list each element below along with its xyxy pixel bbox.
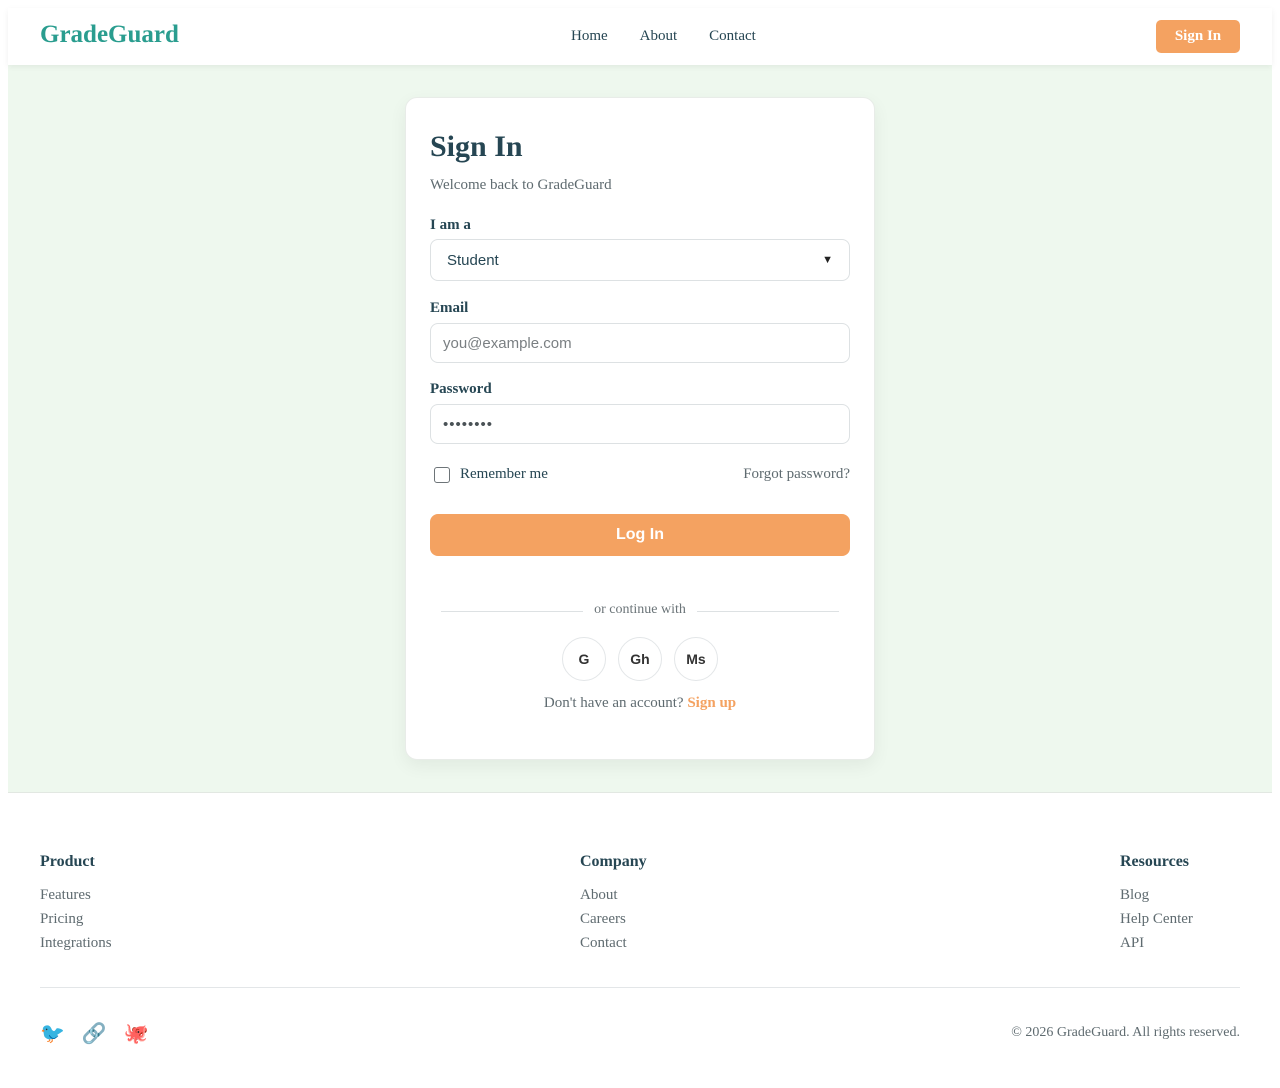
remember-me: Remember me [434, 466, 548, 483]
footer-divider [40, 987, 1240, 988]
login-button[interactable]: Log In [430, 514, 850, 556]
email-label: Email [430, 300, 469, 316]
footer-link-blog[interactable]: Blog [1120, 887, 1193, 904]
site-header: GradeGuard Home About Contact Sign In [8, 8, 1272, 65]
divider-text: or continue with [594, 602, 686, 617]
email-field[interactable] [430, 323, 850, 363]
card-title: Sign In [430, 130, 523, 163]
nav-about[interactable]: About [640, 28, 678, 45]
bird-icon[interactable]: 🐦 [40, 1021, 65, 1046]
chevron-down-icon: ▼ [822, 254, 833, 266]
role-select-value: Student [447, 251, 499, 269]
footer-link-features[interactable]: Features [40, 887, 112, 904]
footer-heading-product: Product [40, 853, 95, 870]
header-signin-button[interactable]: Sign In [1156, 20, 1240, 53]
signin-card: Sign In Welcome back to GradeGuard I am … [405, 97, 875, 760]
nav-contact[interactable]: Contact [709, 28, 756, 45]
divider-line-right [697, 611, 839, 612]
logo[interactable]: GradeGuard [40, 21, 179, 49]
footer-link-about[interactable]: About [580, 887, 647, 904]
site-footer: Product Features Pricing Integrations Co… [8, 793, 1272, 1085]
password-label: Password [430, 381, 492, 397]
octopus-icon[interactable]: 🐙 [124, 1021, 149, 1046]
role-select[interactable]: Student ▼ [430, 239, 850, 281]
footer-column-resources: Resources Blog Help Center API [1120, 853, 1193, 959]
signup-link[interactable]: Sign up [687, 695, 736, 711]
footer-link-integrations[interactable]: Integrations [40, 935, 112, 952]
footer-link-api[interactable]: API [1120, 935, 1193, 952]
password-field[interactable] [430, 404, 850, 444]
footer-column-product: Product Features Pricing Integrations [40, 853, 112, 959]
github-login-button[interactable]: Gh [618, 637, 662, 681]
nav-home[interactable]: Home [571, 28, 608, 45]
footer-link-pricing[interactable]: Pricing [40, 911, 112, 928]
main-area: Sign In Welcome back to GradeGuard I am … [8, 65, 1272, 793]
remember-me-checkbox[interactable] [434, 466, 450, 483]
signup-prompt-text: Don't have an account? [543, 695, 684, 711]
card-subtitle: Welcome back to GradeGuard [430, 177, 612, 193]
signup-prompt: Don't have an account? Sign up [406, 695, 874, 712]
footer-link-careers[interactable]: Careers [580, 911, 647, 928]
link-icon[interactable]: 🔗 [82, 1021, 107, 1046]
footer-link-help-center[interactable]: Help Center [1120, 911, 1193, 928]
footer-social-icons: 🐦 🔗 🐙 [40, 1021, 149, 1046]
copyright-text: © 2026 GradeGuard. All rights reserved. [1011, 1025, 1240, 1040]
footer-heading-company: Company [580, 853, 647, 870]
main-nav: Home About Contact [571, 28, 756, 45]
footer-heading-resources: Resources [1120, 853, 1190, 870]
social-login-buttons: G Gh Ms [562, 637, 718, 681]
remember-me-label: Remember me [460, 466, 548, 482]
footer-link-contact[interactable]: Contact [580, 935, 647, 952]
forgot-password-link[interactable]: Forgot password? [743, 466, 850, 483]
role-label: I am a [430, 217, 471, 233]
footer-column-company: Company About Careers Contact [580, 853, 647, 959]
page: GradeGuard Home About Contact Sign In Si… [8, 8, 1272, 1085]
google-login-button[interactable]: G [562, 637, 606, 681]
microsoft-login-button[interactable]: Ms [674, 637, 718, 681]
social-divider: or continue with [441, 601, 839, 621]
